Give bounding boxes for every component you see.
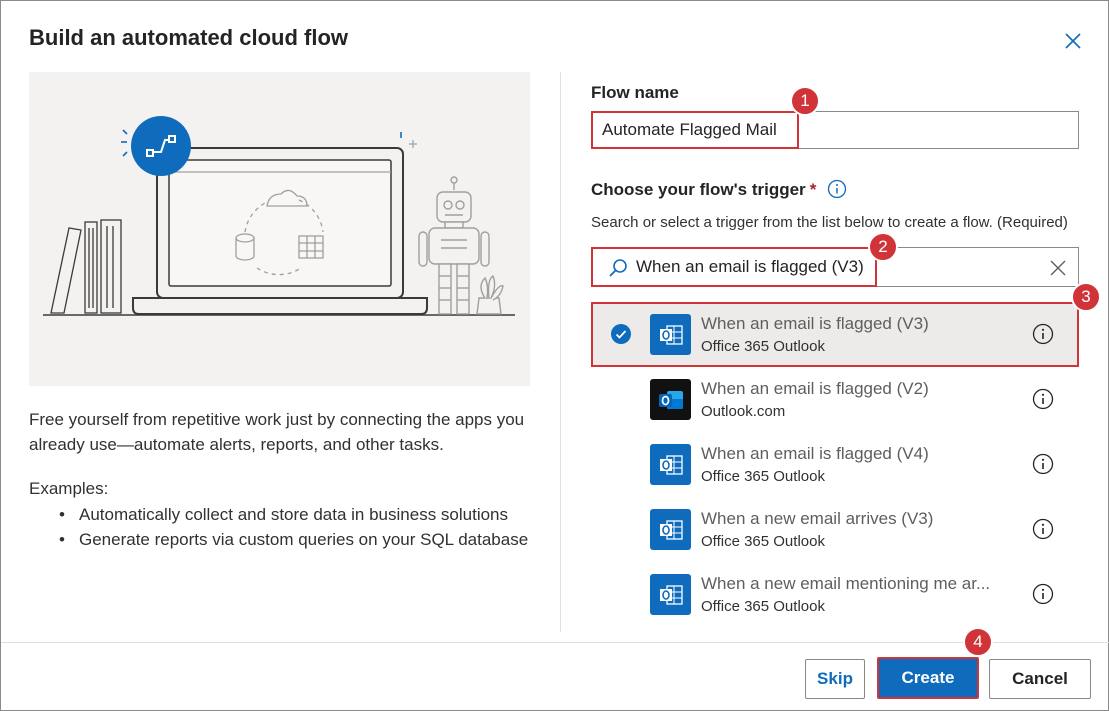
- check-circle-icon: [611, 324, 631, 344]
- info-icon[interactable]: [827, 179, 847, 199]
- info-icon[interactable]: [1032, 583, 1054, 605]
- laptop-illustration: [43, 116, 515, 316]
- clear-icon[interactable]: [1048, 258, 1068, 278]
- example-item: Generate reports via custom queries on y…: [59, 527, 539, 552]
- info-icon[interactable]: [1032, 518, 1054, 540]
- trigger-name: When an email is flagged (V4): [701, 444, 929, 463]
- trigger-connector: Office 365 Outlook: [701, 533, 825, 550]
- examples-title: Examples:: [29, 479, 109, 498]
- outlook-glyph-icon: [659, 584, 683, 605]
- office365-outlook-icon: [650, 314, 691, 355]
- office365-outlook-icon: [650, 444, 691, 485]
- outlook-glyph-icon: [659, 519, 683, 540]
- trigger-label-text: Choose your flow's trigger: [591, 180, 806, 199]
- callout-badge: 1: [790, 86, 820, 116]
- outlook-com-icon: [650, 379, 691, 420]
- info-icon[interactable]: [1032, 323, 1054, 345]
- trigger-name: When a new email arrives (V3): [701, 509, 934, 528]
- trigger-item[interactable]: When a new email arrives (V3) Office 365…: [591, 497, 1079, 562]
- outlook-glyph-icon: [659, 324, 683, 345]
- trigger-search-box: [591, 247, 1079, 287]
- vertical-divider: [560, 72, 561, 632]
- illustration: [29, 72, 530, 386]
- trigger-list: When an email is flagged (V3) Office 365…: [591, 302, 1079, 627]
- callout-badge: 4: [963, 627, 993, 657]
- description-text: Free yourself from repetitive work just …: [29, 410, 525, 454]
- dialog: Build an automated cloud flow Free yours…: [0, 0, 1109, 711]
- cancel-button[interactable]: Cancel: [989, 659, 1091, 699]
- flow-name-input[interactable]: [591, 111, 1079, 149]
- close-button[interactable]: [1059, 27, 1087, 55]
- trigger-connector: Office 365 Outlook: [701, 468, 825, 485]
- create-button[interactable]: Create: [877, 657, 979, 699]
- outlook-com-glyph-icon: [658, 390, 683, 409]
- trigger-connector: Office 365 Outlook: [701, 338, 825, 355]
- info-icon[interactable]: [1032, 453, 1054, 475]
- example-item: Automatically collect and store data in …: [59, 502, 539, 527]
- dialog-title: Build an automated cloud flow: [29, 25, 348, 50]
- trigger-connector: Office 365 Outlook: [701, 598, 825, 615]
- outlook-glyph-icon: [659, 454, 683, 475]
- trigger-name: When a new email mentioning me ar...: [701, 574, 991, 593]
- skip-button[interactable]: Skip: [805, 659, 865, 699]
- callout-badge: 2: [868, 232, 898, 262]
- footer-divider: [1, 642, 1109, 643]
- trigger-connector: Outlook.com: [701, 403, 786, 420]
- close-icon: [1065, 33, 1081, 49]
- trigger-item[interactable]: When a new email mentioning me ar... Off…: [591, 562, 1079, 627]
- office365-outlook-icon: [650, 509, 691, 550]
- trigger-item-selected[interactable]: When an email is flagged (V3) Office 365…: [591, 302, 1079, 367]
- required-mark: *: [809, 180, 817, 199]
- info-icon[interactable]: [1032, 388, 1054, 410]
- trigger-name: When an email is flagged (V2): [701, 379, 929, 398]
- search-icon: [609, 259, 627, 277]
- office365-outlook-icon: [650, 574, 691, 615]
- examples-list: Automatically collect and store data in …: [59, 502, 539, 552]
- trigger-label: Choose your flow's trigger *: [591, 180, 816, 200]
- trigger-name: When an email is flagged (V3): [701, 314, 929, 333]
- callout-badge: 3: [1071, 282, 1101, 312]
- trigger-help-text: Search or select a trigger from the list…: [591, 214, 1068, 231]
- trigger-search-input[interactable]: [636, 248, 1026, 286]
- trigger-item[interactable]: When an email is flagged (V2) Outlook.co…: [591, 367, 1079, 432]
- trigger-item[interactable]: When an email is flagged (V4) Office 365…: [591, 432, 1079, 497]
- flow-name-label: Flow name: [591, 83, 679, 102]
